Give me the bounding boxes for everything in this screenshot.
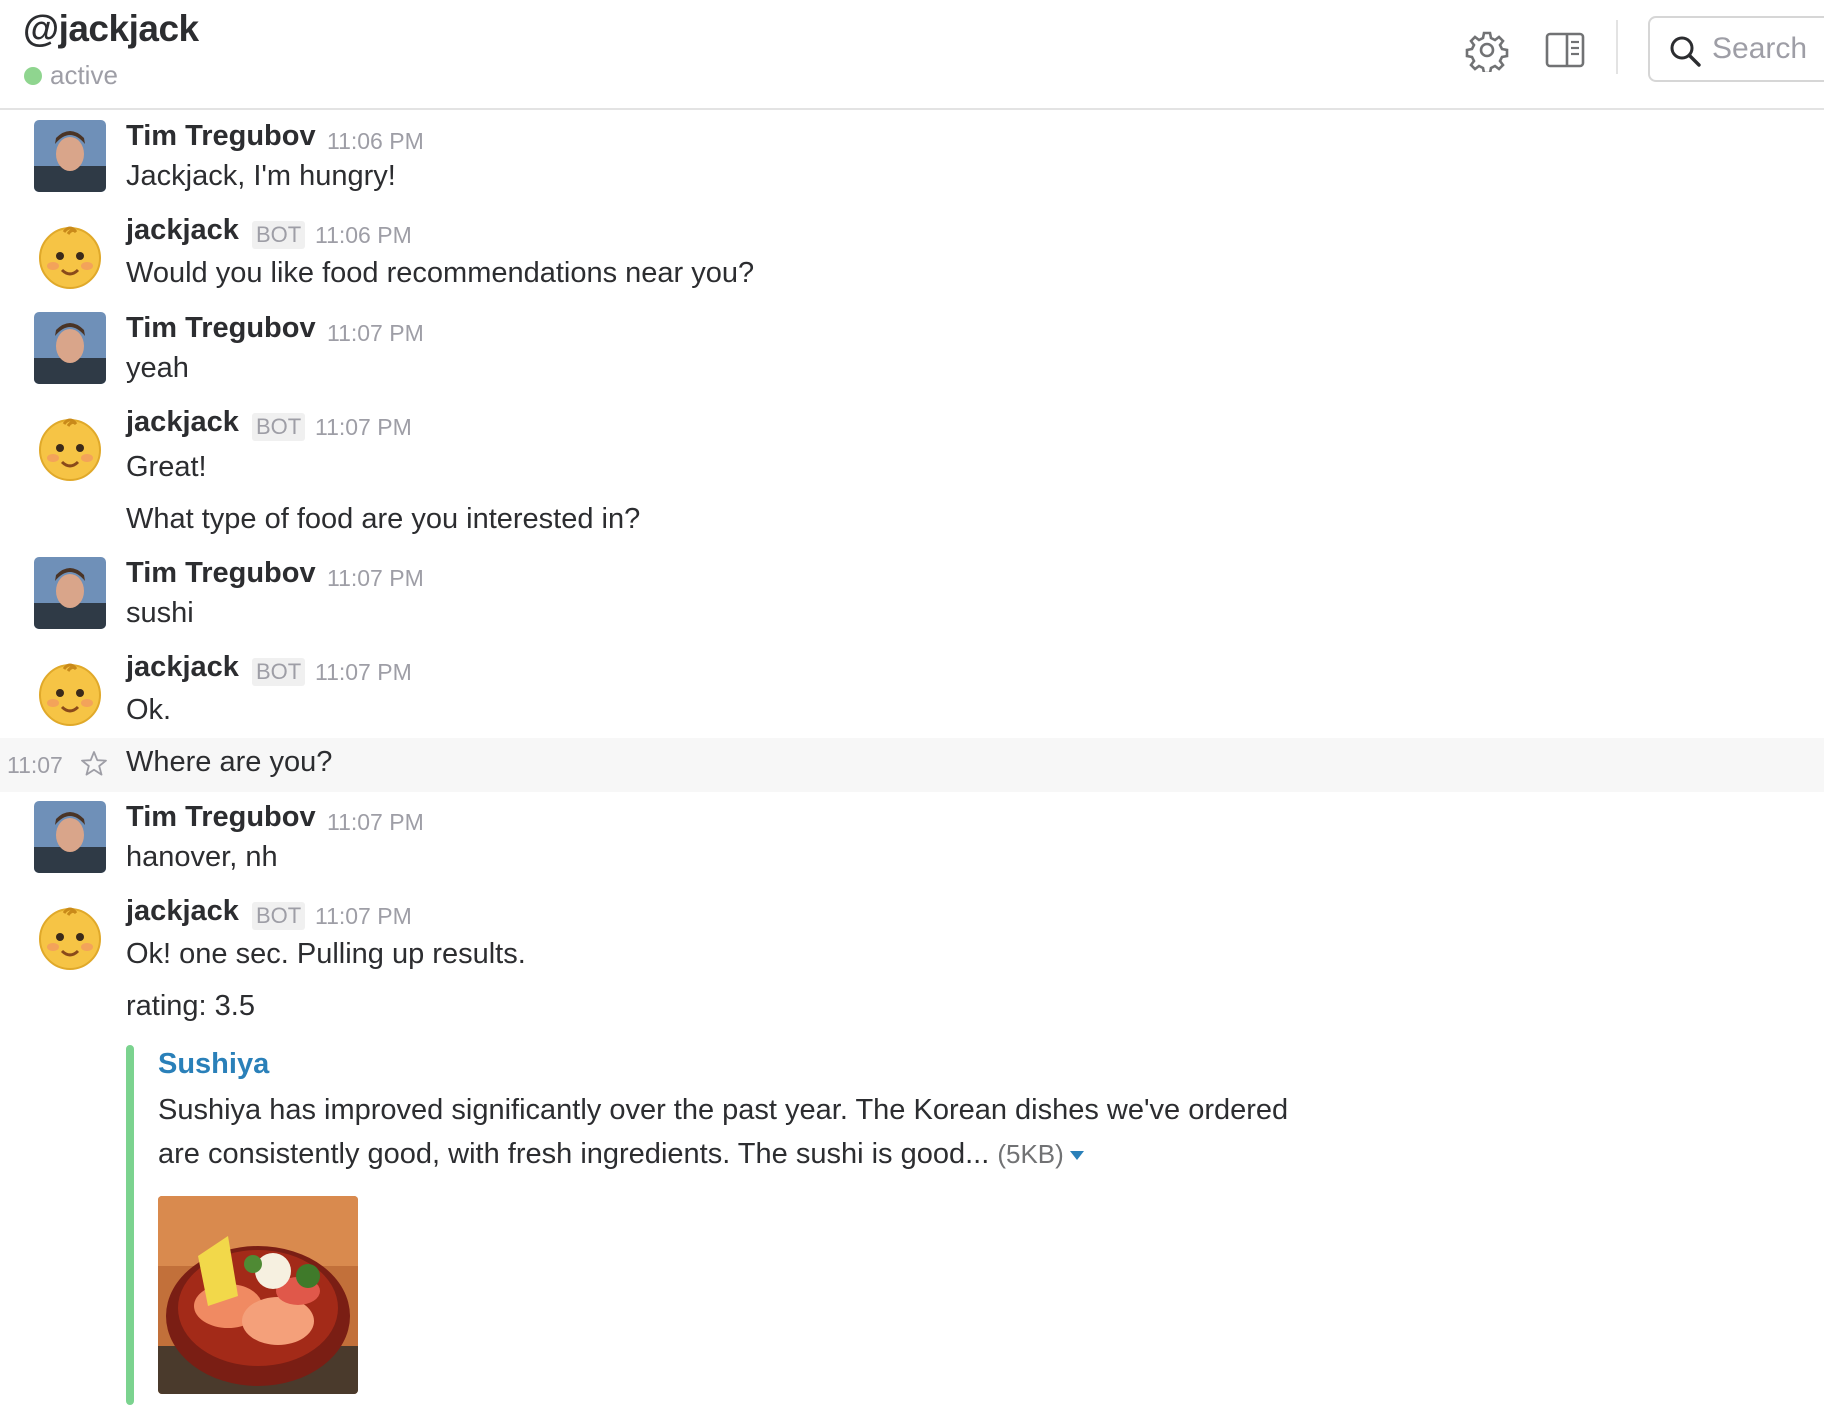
attachment-accent-bar bbox=[126, 1045, 134, 1405]
message-text: Great! bbox=[126, 451, 207, 483]
presence-status: active bbox=[24, 60, 118, 91]
message-timestamp[interactable]: 11:07 PM bbox=[327, 809, 424, 836]
message-text: Jackjack, I'm hungry! bbox=[126, 160, 396, 192]
message-timestamp[interactable]: 11:07 PM bbox=[327, 565, 424, 592]
message-author[interactable]: Tim Tregubov bbox=[126, 801, 316, 834]
baby-emoji-avatar[interactable] bbox=[34, 220, 106, 292]
message-timestamp[interactable]: 11:07 PM bbox=[327, 320, 424, 347]
attachment-size: (5KB) bbox=[997, 1139, 1064, 1169]
avatar[interactable] bbox=[34, 312, 106, 384]
message-timestamp[interactable]: 11:06 PM bbox=[327, 128, 424, 155]
message-text: What type of food are you interested in? bbox=[126, 503, 641, 535]
attachment-text: Sushiya has improved significantly over … bbox=[158, 1094, 1289, 1170]
message-timestamp[interactable]: 11:07 PM bbox=[315, 414, 412, 441]
bot-badge: BOT bbox=[252, 221, 306, 249]
search-icon bbox=[1670, 36, 1701, 67]
message-author[interactable]: jackjack bbox=[126, 651, 239, 684]
search-input[interactable] bbox=[1712, 20, 1824, 78]
message-text: hanover, nh bbox=[126, 841, 278, 873]
message-text: Where are you? bbox=[126, 746, 333, 778]
channel-header: @jackjack active bbox=[0, 0, 1824, 110]
channel-title[interactable]: @jackjack bbox=[23, 8, 199, 50]
message-hover-row[interactable]: 11:07 Where are you? bbox=[0, 738, 1824, 792]
gear-icon[interactable] bbox=[1465, 28, 1509, 72]
sushi-bowl-image[interactable] bbox=[158, 1196, 358, 1394]
message-author[interactable]: Tim Tregubov bbox=[126, 557, 316, 590]
message-timestamp[interactable]: 11:07 PM bbox=[315, 659, 412, 686]
message-author[interactable]: jackjack bbox=[126, 406, 239, 439]
message-author[interactable]: Tim Tregubov bbox=[126, 312, 316, 345]
message-text: yeah bbox=[126, 352, 189, 384]
baby-emoji-avatar[interactable] bbox=[34, 657, 106, 729]
search-box[interactable] bbox=[1648, 16, 1824, 82]
bot-badge: BOT bbox=[252, 658, 306, 686]
avatar[interactable] bbox=[34, 801, 106, 873]
attachment-title-link[interactable]: Sushiya bbox=[158, 1048, 269, 1081]
attachment-body: Sushiya has improved significantly over … bbox=[158, 1088, 1308, 1176]
message-text: rating: 3.5 bbox=[126, 990, 255, 1022]
message-text: Ok! one sec. Pulling up results. bbox=[126, 938, 526, 970]
bot-badge: BOT bbox=[252, 902, 306, 930]
hover-timestamp[interactable]: 11:07 bbox=[7, 752, 63, 779]
message-author[interactable]: jackjack bbox=[126, 214, 239, 247]
message-text: Ok. bbox=[126, 694, 172, 726]
caret-down-icon[interactable] bbox=[1069, 1150, 1084, 1160]
avatar[interactable] bbox=[34, 120, 106, 192]
message-text: Would you like food recommendations near… bbox=[126, 257, 755, 289]
avatar[interactable] bbox=[34, 557, 106, 629]
message-timestamp[interactable]: 11:06 PM bbox=[315, 222, 412, 249]
star-icon[interactable] bbox=[80, 750, 108, 778]
bot-badge: BOT bbox=[252, 413, 306, 441]
presence-dot-icon bbox=[24, 66, 42, 85]
message-timestamp[interactable]: 11:07 PM bbox=[315, 903, 412, 930]
message-author[interactable]: Tim Tregubov bbox=[126, 120, 316, 153]
baby-emoji-avatar[interactable] bbox=[34, 412, 106, 484]
presence-label: active bbox=[50, 60, 118, 90]
message-author[interactable]: jackjack bbox=[126, 895, 239, 928]
sidebar-toggle-icon[interactable] bbox=[1543, 28, 1587, 72]
message-text: sushi bbox=[126, 597, 194, 629]
baby-emoji-avatar[interactable] bbox=[34, 901, 106, 973]
header-divider bbox=[1616, 20, 1618, 74]
